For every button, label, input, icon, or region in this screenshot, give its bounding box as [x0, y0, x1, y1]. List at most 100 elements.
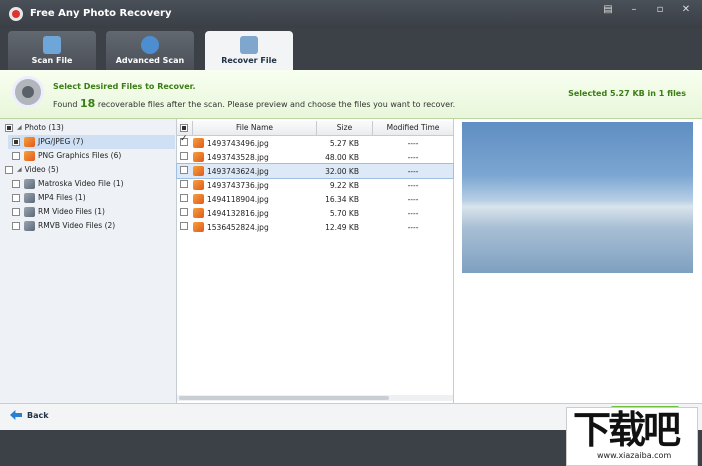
tree-item-video[interactable]: ◢ Video (5): [5, 163, 59, 177]
tree-item-rm[interactable]: RM Video Files (1): [12, 205, 105, 219]
select-all-checkbox[interactable]: [180, 124, 188, 132]
tab-advanced-scan-label: Advanced Scan: [115, 56, 185, 65]
expand-arrow-icon[interactable]: ◢: [17, 163, 22, 177]
banner-summary-suffix: recoverable files after the scan. Please…: [95, 100, 456, 109]
file-size: 5.27 KB: [329, 138, 359, 148]
tree-item-mkv[interactable]: Matroska Video File (1): [12, 177, 124, 191]
row-checkbox[interactable]: [180, 180, 188, 188]
tab-advanced-scan[interactable]: Advanced Scan: [106, 31, 194, 70]
row-checkbox[interactable]: [180, 208, 188, 216]
table-row[interactable]: 1493743624.jpg 32.00 KB ----: [176, 163, 454, 179]
row-checkbox[interactable]: [180, 166, 188, 174]
watermark-text: 下载吧: [573, 408, 681, 452]
close-icon[interactable]: ✕: [676, 3, 696, 17]
file-size: 9.22 KB: [329, 180, 359, 190]
file-name: 1494118904.jpg: [207, 194, 269, 204]
image-file-icon: [193, 222, 204, 232]
file-time: ----: [407, 222, 419, 232]
tree-item-photo[interactable]: ◢ Photo (13): [5, 121, 64, 135]
tree-item-png[interactable]: PNG Graphics Files (6): [12, 149, 121, 163]
back-button[interactable]: Back: [10, 410, 49, 420]
scrollbar-thumb[interactable]: [179, 396, 389, 400]
video-file-icon: [24, 193, 35, 203]
column-size[interactable]: Size: [317, 121, 373, 135]
image-file-icon: [193, 152, 204, 162]
table-row[interactable]: 1494132816.jpg 5.70 KB ----: [177, 206, 453, 220]
image-preview: [462, 122, 693, 273]
file-time: ----: [407, 208, 419, 218]
found-count: 18: [79, 97, 96, 110]
expand-arrow-icon[interactable]: ◢: [17, 121, 22, 135]
file-time: ----: [407, 138, 419, 148]
menu-icon[interactable]: ▤: [598, 3, 618, 17]
tab-strip: Scan File Advanced Scan Recover File: [0, 28, 702, 70]
table-row[interactable]: 1494118904.jpg 16.34 KB ----: [177, 192, 453, 206]
tree-item-jpg[interactable]: JPG/JPEG (7): [8, 135, 175, 149]
file-size: 5.70 KB: [329, 208, 359, 218]
mp4-checkbox[interactable]: [12, 194, 20, 202]
table-row[interactable]: 1536452824.jpg 12.49 KB ----: [177, 220, 453, 234]
app-title: Free Any Photo Recovery: [30, 8, 172, 19]
file-time: ----: [407, 180, 419, 190]
file-size: 16.34 KB: [325, 194, 359, 204]
banner-heading: Select Desired Files to Recover.: [53, 82, 196, 91]
file-type-tree: ◢ Photo (13) JPG/JPEG (7) PNG Graphics F…: [0, 119, 177, 403]
recovery-disk-icon: [12, 76, 44, 108]
tree-item-mp4-label: MP4 Files (1): [38, 193, 86, 202]
jpg-checkbox[interactable]: [12, 138, 20, 146]
tab-recover-file[interactable]: Recover File: [205, 31, 293, 70]
image-file-icon: [193, 194, 204, 204]
row-checkbox[interactable]: [180, 152, 188, 160]
info-banner: Select Desired Files to Recover. Found 1…: [0, 70, 702, 119]
image-file-icon: [193, 138, 204, 148]
tree-item-rmvb-label: RMVB Video Files (2): [38, 221, 116, 230]
file-time: ----: [407, 166, 419, 176]
photo-checkbox[interactable]: [5, 124, 13, 132]
tree-item-photo-label: Photo (13): [24, 123, 64, 132]
banner-summary: Found 18 recoverable files after the sca…: [53, 97, 455, 110]
main-content: ◢ Photo (13) JPG/JPEG (7) PNG Graphics F…: [0, 119, 702, 403]
file-name: 1493743736.jpg: [207, 180, 269, 190]
row-checkbox[interactable]: [180, 134, 188, 146]
title-bar: Free Any Photo Recovery ▤ – ▫ ✕: [0, 0, 702, 28]
file-name: 1494132816.jpg: [207, 208, 269, 218]
file-list-header: File Name Size Modified Time: [177, 121, 453, 136]
watermark-url: www.xiazaiba.com: [597, 451, 672, 460]
table-row[interactable]: 1493743528.jpg 48.00 KB ----: [177, 150, 453, 164]
tree-item-rmvb[interactable]: RMVB Video Files (2): [12, 219, 115, 233]
file-name: 1493743496.jpg: [207, 138, 269, 148]
window-controls: ▤ – ▫ ✕: [598, 3, 696, 17]
minimize-icon[interactable]: –: [624, 3, 644, 17]
mkv-checkbox[interactable]: [12, 180, 20, 188]
image-file-icon: [193, 166, 204, 176]
select-all-cell[interactable]: [177, 121, 193, 135]
column-file-name[interactable]: File Name: [193, 121, 317, 135]
image-file-icon: [193, 208, 204, 218]
file-name: 1536452824.jpg: [207, 222, 269, 232]
column-modified-time[interactable]: Modified Time: [373, 121, 453, 135]
scan-file-icon: [43, 36, 61, 54]
row-checkbox[interactable]: [180, 194, 188, 202]
maximize-icon[interactable]: ▫: [650, 3, 670, 17]
file-size: 32.00 KB: [325, 166, 359, 176]
tree-item-mp4[interactable]: MP4 Files (1): [12, 191, 86, 205]
png-checkbox[interactable]: [12, 152, 20, 160]
row-checkbox[interactable]: [180, 222, 188, 230]
tab-scan-file[interactable]: Scan File: [8, 31, 96, 70]
tree-item-video-label: Video (5): [24, 165, 59, 174]
image-file-icon: [24, 137, 35, 147]
rmvb-checkbox[interactable]: [12, 222, 20, 230]
banner-summary-prefix: Found: [53, 100, 80, 109]
recover-file-icon: [240, 36, 258, 54]
file-time: ----: [407, 194, 419, 204]
image-file-icon: [193, 180, 204, 190]
table-row[interactable]: 1493743736.jpg 9.22 KB ----: [177, 178, 453, 192]
rm-checkbox[interactable]: [12, 208, 20, 216]
file-name: 1493743624.jpg: [207, 166, 269, 176]
video-checkbox[interactable]: [5, 166, 13, 174]
tree-item-png-label: PNG Graphics Files (6): [38, 151, 122, 160]
app-logo-icon: [9, 7, 23, 21]
table-row[interactable]: 1493743496.jpg 5.27 KB ----: [177, 134, 453, 150]
tab-recover-file-label: Recover File: [221, 56, 277, 65]
horizontal-scrollbar[interactable]: [177, 395, 453, 401]
